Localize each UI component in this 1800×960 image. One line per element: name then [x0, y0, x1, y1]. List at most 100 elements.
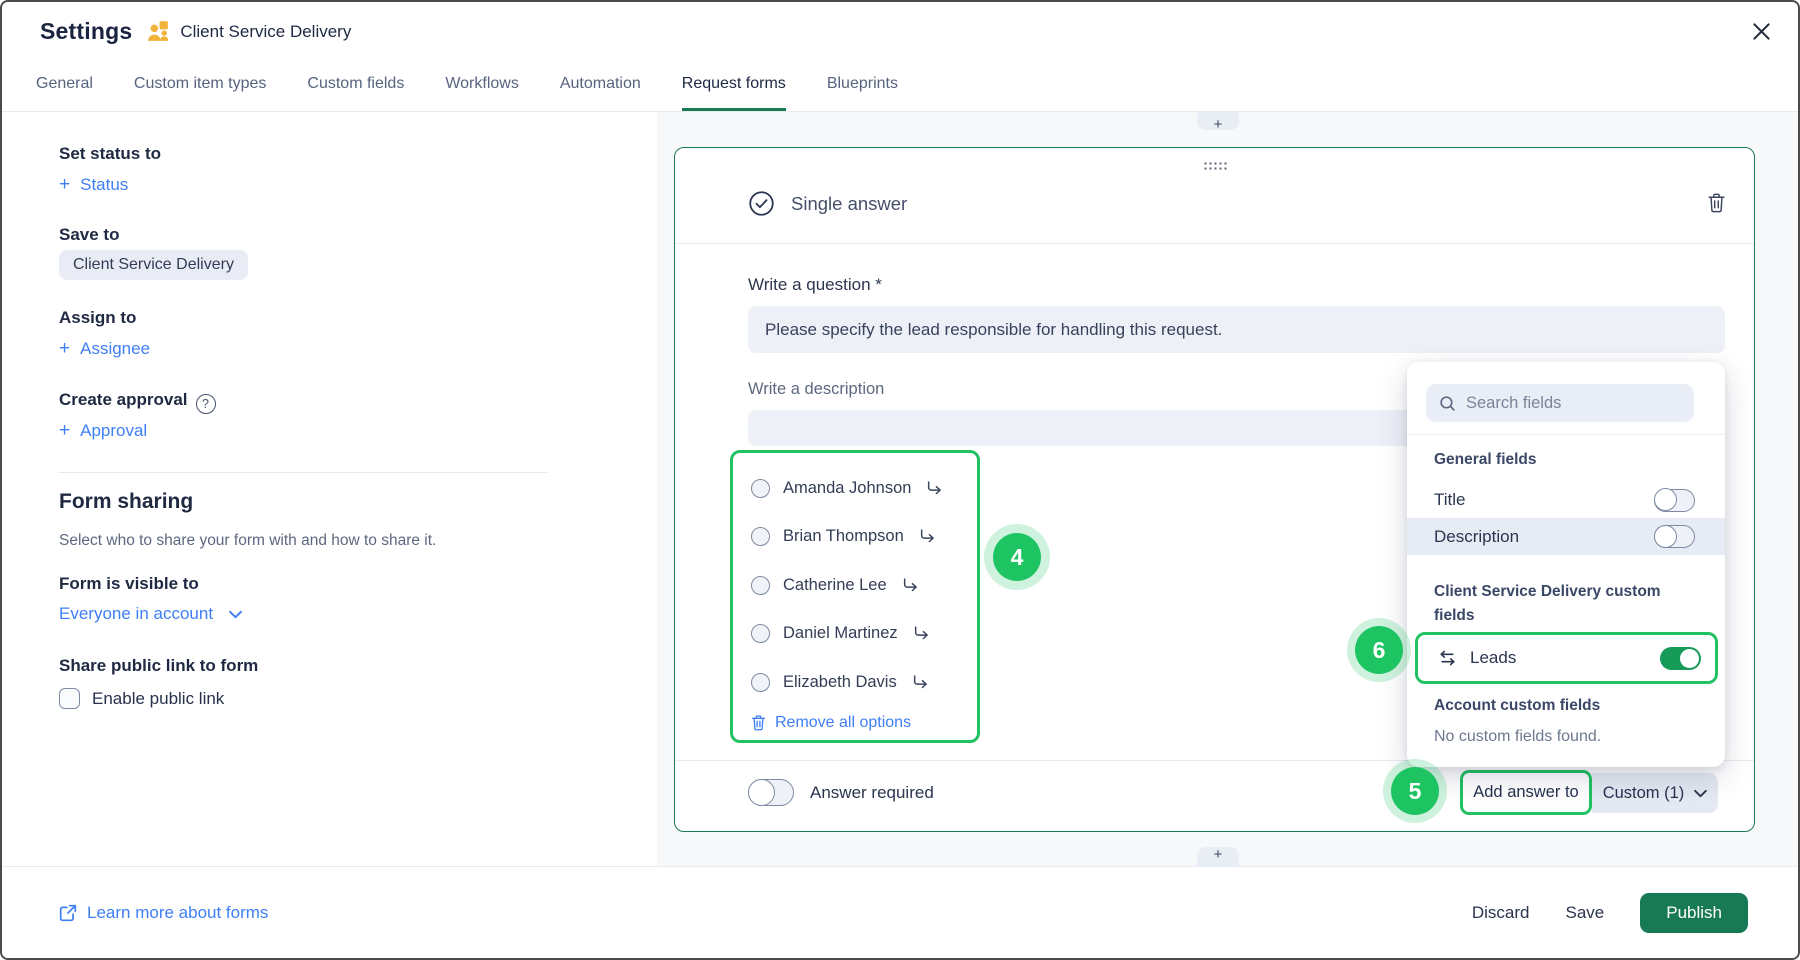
discard-button[interactable]: Discard [1472, 903, 1530, 923]
form-settings-sidebar: Set status to + Status Save to Client Se… [2, 112, 657, 866]
branch-logic-icon[interactable] [912, 675, 929, 690]
option-label[interactable]: Brian Thompson [783, 527, 904, 546]
description-label: Write a description [748, 380, 884, 399]
no-custom-fields-text: No custom fields found. [1434, 728, 1601, 746]
plus-icon: + [59, 420, 70, 442]
custom-button-label: Custom (1) [1603, 784, 1685, 803]
enable-public-link-row: Enable public link [59, 688, 224, 709]
branch-logic-icon[interactable] [902, 578, 919, 593]
tab-workflows[interactable]: Workflows [445, 65, 519, 111]
single-answer-icon [748, 190, 775, 217]
settings-header: Settings Client Service Delivery General… [2, 2, 1798, 112]
tab-custom-item-types[interactable]: Custom item types [134, 65, 266, 111]
card-divider [675, 243, 1754, 244]
tab-general[interactable]: General [36, 65, 93, 111]
set-status-label: Set status to [59, 144, 161, 164]
plus-icon: + [59, 338, 70, 360]
tab-request-forms[interactable]: Request forms [682, 65, 786, 111]
create-approval-label: Create approval? [59, 390, 216, 414]
page-title: Settings [40, 18, 132, 45]
step-number: 6 [1355, 626, 1403, 674]
options-annotation-box: Amanda Johnson Brian Thompson Catherine … [730, 450, 980, 743]
field-title-toggle[interactable] [1654, 489, 1695, 512]
tab-custom-fields[interactable]: Custom fields [307, 65, 404, 111]
option-label[interactable]: Catherine Lee [783, 576, 887, 595]
search-fields-input[interactable] [1466, 394, 1666, 413]
option-label[interactable]: Daniel Martinez [783, 624, 898, 643]
footer-bar: Learn more about forms Discard Save Publ… [2, 866, 1798, 958]
remove-all-options-button[interactable]: Remove all options [751, 714, 977, 732]
question-input[interactable]: Please specify the lead responsible for … [748, 306, 1725, 353]
field-row-description[interactable]: Description [1407, 518, 1725, 555]
add-question-button-partial-bottom[interactable]: + [1197, 847, 1239, 866]
learn-more-link[interactable]: Learn more about forms [59, 903, 268, 923]
form-builder-canvas: + Single answer Write a question * Pleas… [657, 112, 1798, 866]
help-icon[interactable]: ? [196, 394, 216, 414]
field-description-toggle[interactable] [1654, 525, 1695, 548]
field-row-title[interactable]: Title [1407, 482, 1725, 518]
visible-to-dropdown[interactable]: Everyone in account [59, 604, 242, 624]
external-link-icon [59, 904, 77, 922]
option-row: Daniel Martinez [751, 610, 977, 659]
answer-required-row: Answer required [748, 779, 934, 806]
option-label[interactable]: Elizabeth Davis [783, 673, 897, 692]
form-sharing-description: Select who to share your form with and h… [59, 532, 436, 550]
search-icon [1439, 395, 1456, 412]
tab-blueprints[interactable]: Blueprints [827, 65, 898, 111]
branch-logic-icon[interactable] [913, 626, 930, 641]
step-number: 5 [1391, 767, 1439, 815]
radio-icon[interactable] [751, 527, 770, 546]
chevron-down-icon [229, 610, 242, 619]
step-annotation-4: 4 [984, 524, 1050, 590]
field-leads-label: Leads [1470, 648, 1647, 668]
project-badge: Client Service Delivery [146, 19, 351, 44]
radio-icon[interactable] [751, 673, 770, 692]
trash-icon [751, 714, 766, 731]
enable-public-link-label: Enable public link [92, 689, 224, 709]
panel-divider [1407, 434, 1725, 435]
add-answer-to-button[interactable]: Add answer to [1460, 770, 1592, 815]
step-number: 4 [993, 533, 1041, 581]
add-status-label: Status [80, 175, 128, 195]
drag-handle-icon[interactable] [1203, 161, 1227, 170]
question-type-label: Single answer [791, 193, 907, 215]
add-approval-button[interactable]: + Approval [59, 420, 147, 442]
plus-icon: + [59, 174, 70, 196]
enable-public-link-checkbox[interactable] [59, 688, 80, 709]
branch-logic-icon[interactable] [919, 529, 936, 544]
search-fields-box[interactable] [1426, 384, 1694, 422]
form-visible-to-label: Form is visible to [59, 574, 199, 594]
swap-arrows-icon [1438, 650, 1457, 666]
radio-icon[interactable] [751, 576, 770, 595]
branch-logic-icon[interactable] [926, 481, 943, 496]
custom-fields-section-label: Client Service Delivery custom fields [1434, 580, 1679, 628]
step-annotation-5: 5 [1383, 759, 1447, 823]
visible-to-value: Everyone in account [59, 604, 213, 624]
form-sharing-heading: Form sharing [59, 490, 193, 514]
field-leads-toggle[interactable] [1660, 647, 1701, 670]
add-status-button[interactable]: + Status [59, 174, 128, 196]
chevron-down-icon [1694, 789, 1707, 798]
option-label[interactable]: Amanda Johnson [783, 479, 911, 498]
learn-more-label: Learn more about forms [87, 903, 268, 923]
radio-icon[interactable] [751, 479, 770, 498]
delete-question-icon[interactable] [1707, 192, 1726, 218]
custom-fields-dropdown-button[interactable]: Custom (1) [1592, 773, 1718, 813]
create-approval-text: Create approval [59, 390, 188, 409]
fields-dropdown-panel: General fields Title Description Client … [1407, 362, 1725, 767]
save-button[interactable]: Save [1565, 903, 1604, 923]
publish-button[interactable]: Publish [1640, 893, 1748, 933]
option-row: Elizabeth Davis [751, 658, 977, 707]
field-row-leads-annotated[interactable]: Leads [1415, 632, 1718, 684]
radio-icon[interactable] [751, 624, 770, 643]
answer-required-toggle[interactable] [748, 779, 794, 806]
add-question-button-partial-top[interactable]: + [1197, 112, 1239, 130]
tab-automation[interactable]: Automation [560, 65, 641, 111]
option-row: Brian Thompson [751, 513, 977, 562]
sidebar-divider [59, 472, 547, 473]
remove-all-options-label: Remove all options [775, 714, 911, 732]
account-fields-section-label: Account custom fields [1434, 694, 1600, 718]
close-icon[interactable] [1748, 18, 1774, 44]
add-assignee-button[interactable]: + Assignee [59, 338, 150, 360]
settings-window: Settings Client Service Delivery General… [0, 0, 1800, 960]
